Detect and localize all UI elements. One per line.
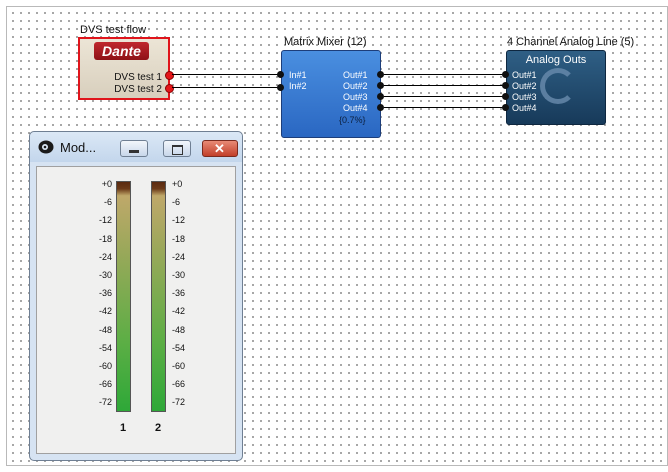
meter-scale-right-label: -12	[172, 215, 186, 226]
meter-scale-left-label: -12	[98, 215, 112, 226]
meter-scale-right-label: +0	[172, 179, 183, 189]
matrix-mixer-block[interactable]: In#1 In#2 Out#1 Out#2 Out#3 Out#4 {0.7%}	[281, 50, 381, 138]
analog-block-title: 4 Channel Analog Line (5)	[507, 36, 635, 48]
meter-scale-left-label: +0	[101, 179, 112, 189]
meter-scale-left-label: -24	[98, 251, 112, 262]
wire-matrix-out4-analog[interactable]	[384, 107, 504, 108]
dante-block-title: DVS test flow	[80, 24, 147, 36]
dante-output-port-2[interactable]	[165, 84, 174, 93]
meter-scale-left-label: -54	[98, 342, 112, 353]
meter-scale-right-label: -60	[172, 361, 186, 371]
analog-outs-block[interactable]: Analog Outs Out#1 Out#2 Out#3 Out#4	[506, 50, 606, 125]
meter-scale-right-label: -18	[172, 233, 186, 244]
maximize-button[interactable]	[163, 140, 191, 157]
dante-output-port-1[interactable]	[165, 71, 174, 80]
meter-scale-right-label: -48	[172, 324, 186, 335]
meter-window-titlebar[interactable]: Mod... ✕	[30, 132, 242, 162]
wire-matrix-out1-analog[interactable]	[384, 74, 504, 75]
analog-input-port-1[interactable]	[502, 71, 509, 78]
meter-bar-2	[151, 181, 166, 412]
meter-scale-right-label: -42	[172, 306, 186, 317]
meter-scale-left-label: -42	[98, 306, 112, 317]
meter-scale-left-label: -72	[98, 397, 112, 408]
close-button[interactable]: ✕	[202, 140, 238, 157]
spinner-icon	[540, 68, 576, 104]
meter-channel-label-2: 2	[155, 422, 162, 434]
analog-output-label-1: Out#1	[512, 70, 537, 80]
analog-output-label-2: Out#2	[512, 81, 537, 91]
meter-scale-left-label: -66	[98, 379, 112, 390]
meter-scale-right-label: -36	[172, 288, 186, 299]
speaker-icon	[38, 140, 54, 154]
matrix-input-label-1: In#1	[289, 70, 307, 80]
matrix-output-label-3: Out#3	[343, 92, 368, 102]
analog-block-header: Analog Outs	[525, 54, 587, 66]
meter-window-title: Mod...	[60, 140, 97, 155]
meter-bar-1	[116, 181, 131, 412]
analog-output-label-4: Out#4	[512, 103, 537, 113]
meter-window: Mod... ✕ +0 +0 -6 -6 -12 -12 -18 -18 -24 -24 -30 -3…	[29, 131, 243, 461]
matrix-output-label-2: Out#2	[343, 81, 368, 91]
meter-scale-left-label: -18	[98, 233, 112, 244]
meter-scale-right-label: -30	[172, 270, 186, 280]
dante-channel-1: DVS test 1	[114, 72, 162, 83]
meter-scale-left-label: -6	[103, 197, 112, 208]
meter-scale-right-label: -66	[172, 379, 186, 390]
wire-dante1-matrix-in1[interactable]	[172, 74, 280, 75]
matrix-output-port-4[interactable]	[377, 104, 384, 111]
wire-dante2-matrix-in2[interactable]	[172, 87, 280, 88]
meter-scale-left-label: -36	[98, 288, 112, 299]
close-icon: ✕	[214, 141, 225, 156]
analog-input-port-3[interactable]	[502, 93, 509, 100]
analog-input-port-2[interactable]	[502, 82, 509, 89]
meter-scale-left-label: -30	[98, 270, 112, 280]
minimize-icon	[129, 150, 139, 153]
matrix-input-port-1[interactable]	[277, 71, 284, 78]
meter-scale-right-label: -24	[172, 251, 186, 262]
analog-input-port-4[interactable]	[502, 104, 509, 111]
matrix-output-label-4: Out#4	[343, 103, 368, 113]
matrix-output-port-1[interactable]	[377, 71, 384, 78]
matrix-usage: {0.7%}	[339, 115, 366, 125]
matrix-input-label-2: In#2	[289, 81, 307, 91]
matrix-output-label-1: Out#1	[343, 70, 368, 80]
meter-channel-label-1: 1	[120, 422, 127, 434]
wire-matrix-out2-analog[interactable]	[384, 85, 504, 86]
meter-panel: +0 +0 -6 -6 -12 -12 -18 -18 -24 -24 -30 -30 -36 -36 -4…	[36, 166, 236, 454]
meter-scale-right-label: -6	[172, 197, 181, 208]
meter-scale-right-label: -54	[172, 342, 186, 353]
meter-scale-left-label: -48	[98, 324, 112, 335]
dante-block[interactable]: Dante DVS test 1 DVS test 2	[78, 37, 170, 100]
maximize-icon	[172, 145, 183, 155]
minimize-button[interactable]	[120, 140, 148, 157]
meter-scale-left-label: -60	[98, 361, 112, 371]
analog-output-label-3: Out#3	[512, 92, 537, 102]
matrix-output-port-2[interactable]	[377, 82, 384, 89]
meter-scale-right-label: -72	[172, 397, 186, 408]
dante-channel-2: DVS test 2	[114, 84, 162, 95]
matrix-output-port-3[interactable]	[377, 93, 384, 100]
wire-matrix-out3-analog[interactable]	[384, 96, 504, 97]
dante-logo: Dante	[94, 42, 149, 60]
matrix-input-port-2[interactable]	[277, 84, 284, 91]
matrix-block-title: Matrix Mixer (12)	[284, 36, 367, 48]
